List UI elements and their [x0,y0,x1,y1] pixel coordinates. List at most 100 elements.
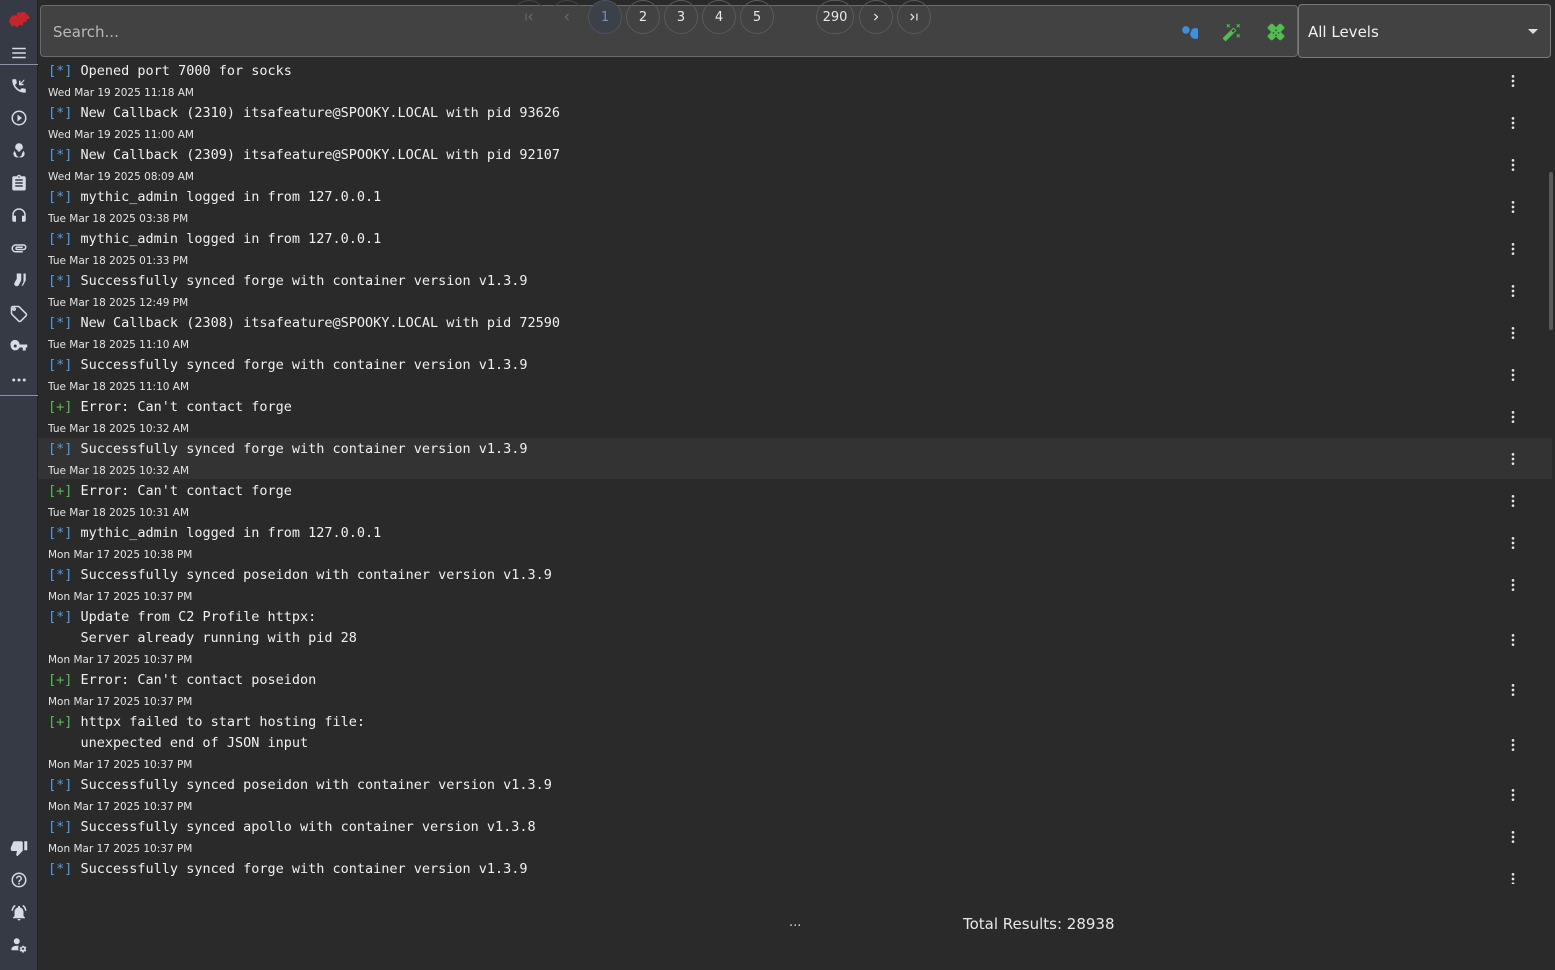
log-timestamp: Tue Mar 18 2025 03:38 PM [48,213,189,225]
last-page-button[interactable] [897,0,931,34]
log-timestamp: Mon Mar 17 2025 10:37 PM [48,801,193,813]
log-message: [+] httpx failed to start hosting file: … [48,712,365,754]
more-vert-icon[interactable] [1504,575,1522,595]
more-vert-icon[interactable] [1504,113,1522,133]
log-message: [*] mythic_admin logged in from 127.0.0.… [48,187,381,208]
log-message: [*] Successfully synced poseidon with co… [48,775,552,796]
more-vert-icon[interactable] [1504,735,1522,755]
healing-icon[interactable] [1264,20,1288,44]
more-vert-icon[interactable] [1504,281,1522,301]
event-log-list: [*] Opened port 7000 for socks Wed Mar 19… [38,58,1552,884]
more-vert-icon[interactable] [1504,449,1522,469]
log-entry: [+] Error: Can't contact forge Tue Mar 18… [38,480,1552,521]
level-select[interactable]: All Levels [1298,4,1551,58]
log-message-line: Server already running with pid 28 [80,630,357,646]
log-message-line: Successfully synced apollo with containe… [80,819,536,835]
log-timestamp: Tue Mar 18 2025 10:32 AM [48,423,190,435]
page-button-4[interactable]: 4 [702,0,736,34]
log-entry: [*] mythic_admin logged in from 127.0.0.… [38,228,1552,269]
more-vert-icon[interactable] [1504,71,1522,91]
log-entry: [*] mythic_admin logged in from 127.0.0.… [38,186,1552,227]
play-circle-icon[interactable] [0,103,38,133]
prev-page-button[interactable] [550,0,584,34]
thumbs-down-icon[interactable] [0,833,38,863]
log-timestamp: Mon Mar 17 2025 10:37 PM [48,843,193,855]
total-results: Total Results: 28938 [963,915,1115,933]
key-icon[interactable] [0,331,38,361]
tag-icon[interactable] [0,299,38,329]
more-vert-icon[interactable] [1504,239,1522,259]
search-icon[interactable] [1176,20,1200,44]
headphones-icon[interactable] [0,200,38,230]
next-page-button[interactable] [859,0,893,34]
log-message-line: mythic_admin logged in from 127.0.0.1 [80,525,382,541]
log-level-tag: [*] [48,231,73,247]
log-timestamp: Tue Mar 18 2025 10:31 AM [48,507,190,519]
magic-wand-icon[interactable] [1220,20,1244,44]
log-message: [*] New Callback (2310) itsafeature@SPOO… [48,103,560,124]
page-button-3[interactable]: 3 [664,0,698,34]
log-level-tag: [+] [48,399,73,415]
page-button-5[interactable]: 5 [740,0,774,34]
scrollbar[interactable] [1549,172,1553,330]
more-vert-icon[interactable] [1504,197,1522,217]
log-message-line: Opened port 7000 for socks [80,63,292,79]
log-message: [*] Successfully synced apollo with cont… [48,817,536,838]
log-message: [+] Error: Can't contact forge [48,481,292,502]
more-vert-icon[interactable] [1504,323,1522,343]
log-timestamp: Tue Mar 18 2025 12:49 PM [48,297,189,309]
pagination-ellipsis: ... [789,915,802,930]
log-message-line: Error: Can't contact poseidon [80,672,317,688]
log-message: [*] Successfully synced poseidon with co… [48,565,552,586]
log-level-tag: [*] [48,189,73,205]
log-entry: [*] Update from C2 Profile httpx: Server… [38,606,1552,668]
biohazard-icon[interactable] [0,135,38,165]
log-message: [+] Error: Can't contact poseidon [48,670,316,691]
more-vert-icon[interactable] [1504,407,1522,427]
more-vert-icon[interactable] [1504,680,1522,700]
more-vert-icon[interactable] [1504,533,1522,553]
log-level-tag: [*] [48,525,73,541]
log-level-tag: [+] [48,483,73,499]
log-timestamp: Tue Mar 18 2025 01:33 PM [48,255,189,267]
log-message-line: httpx failed to start hosting file: [80,714,366,730]
log-message-line: Error: Can't contact forge [80,399,292,415]
log-level-tag: [*] [48,105,73,121]
log-timestamp: Mon Mar 17 2025 10:37 PM [48,696,193,708]
more-vert-icon[interactable] [1504,869,1522,884]
log-entry: [*] New Callback (2308) itsafeature@SPOO… [38,312,1552,353]
log-message: [*] Successfully synced forge with conta… [48,355,528,376]
log-entry: [*] Successfully synced forge with conta… [38,858,1552,884]
log-message: [*] Successfully synced forge with conta… [48,859,528,880]
log-level-tag: [*] [48,273,73,289]
log-level-tag: [*] [48,777,73,793]
log-level-tag: [+] [48,714,73,730]
user-settings-icon[interactable] [0,930,38,960]
more-icon[interactable] [0,365,38,395]
log-message-line: Successfully synced forge with container… [80,273,528,289]
log-message: [*] New Callback (2309) itsafeature@SPOO… [48,145,560,166]
more-vert-icon[interactable] [1504,827,1522,847]
socks-icon[interactable] [0,266,38,296]
log-timestamp: Mon Mar 17 2025 10:37 PM [48,759,193,771]
logo-icon[interactable] [0,4,38,36]
phone-callback-icon[interactable] [0,71,38,101]
page-button-1[interactable]: 1 [588,0,622,34]
page-button-2[interactable]: 2 [626,0,660,34]
log-entry: [*] Opened port 7000 for socks Wed Mar 19… [38,60,1552,101]
clipboard-icon[interactable] [0,168,38,198]
attachment-icon[interactable] [0,233,38,263]
log-level-tag: [*] [48,819,73,835]
help-icon[interactable] [0,865,38,895]
alarm-icon[interactable] [0,898,38,928]
more-vert-icon[interactable] [1504,630,1522,650]
log-level-tag: [*] [48,441,73,457]
more-vert-icon[interactable] [1504,365,1522,385]
page-button-last-number[interactable]: 290 [816,0,854,34]
more-vert-icon[interactable] [1504,785,1522,805]
more-vert-icon[interactable] [1504,491,1522,511]
log-entry: [*] Successfully synced forge with conta… [38,438,1552,479]
log-timestamp: Wed Mar 19 2025 11:00 AM [48,129,194,141]
first-page-button[interactable] [512,0,546,34]
more-vert-icon[interactable] [1504,155,1522,175]
